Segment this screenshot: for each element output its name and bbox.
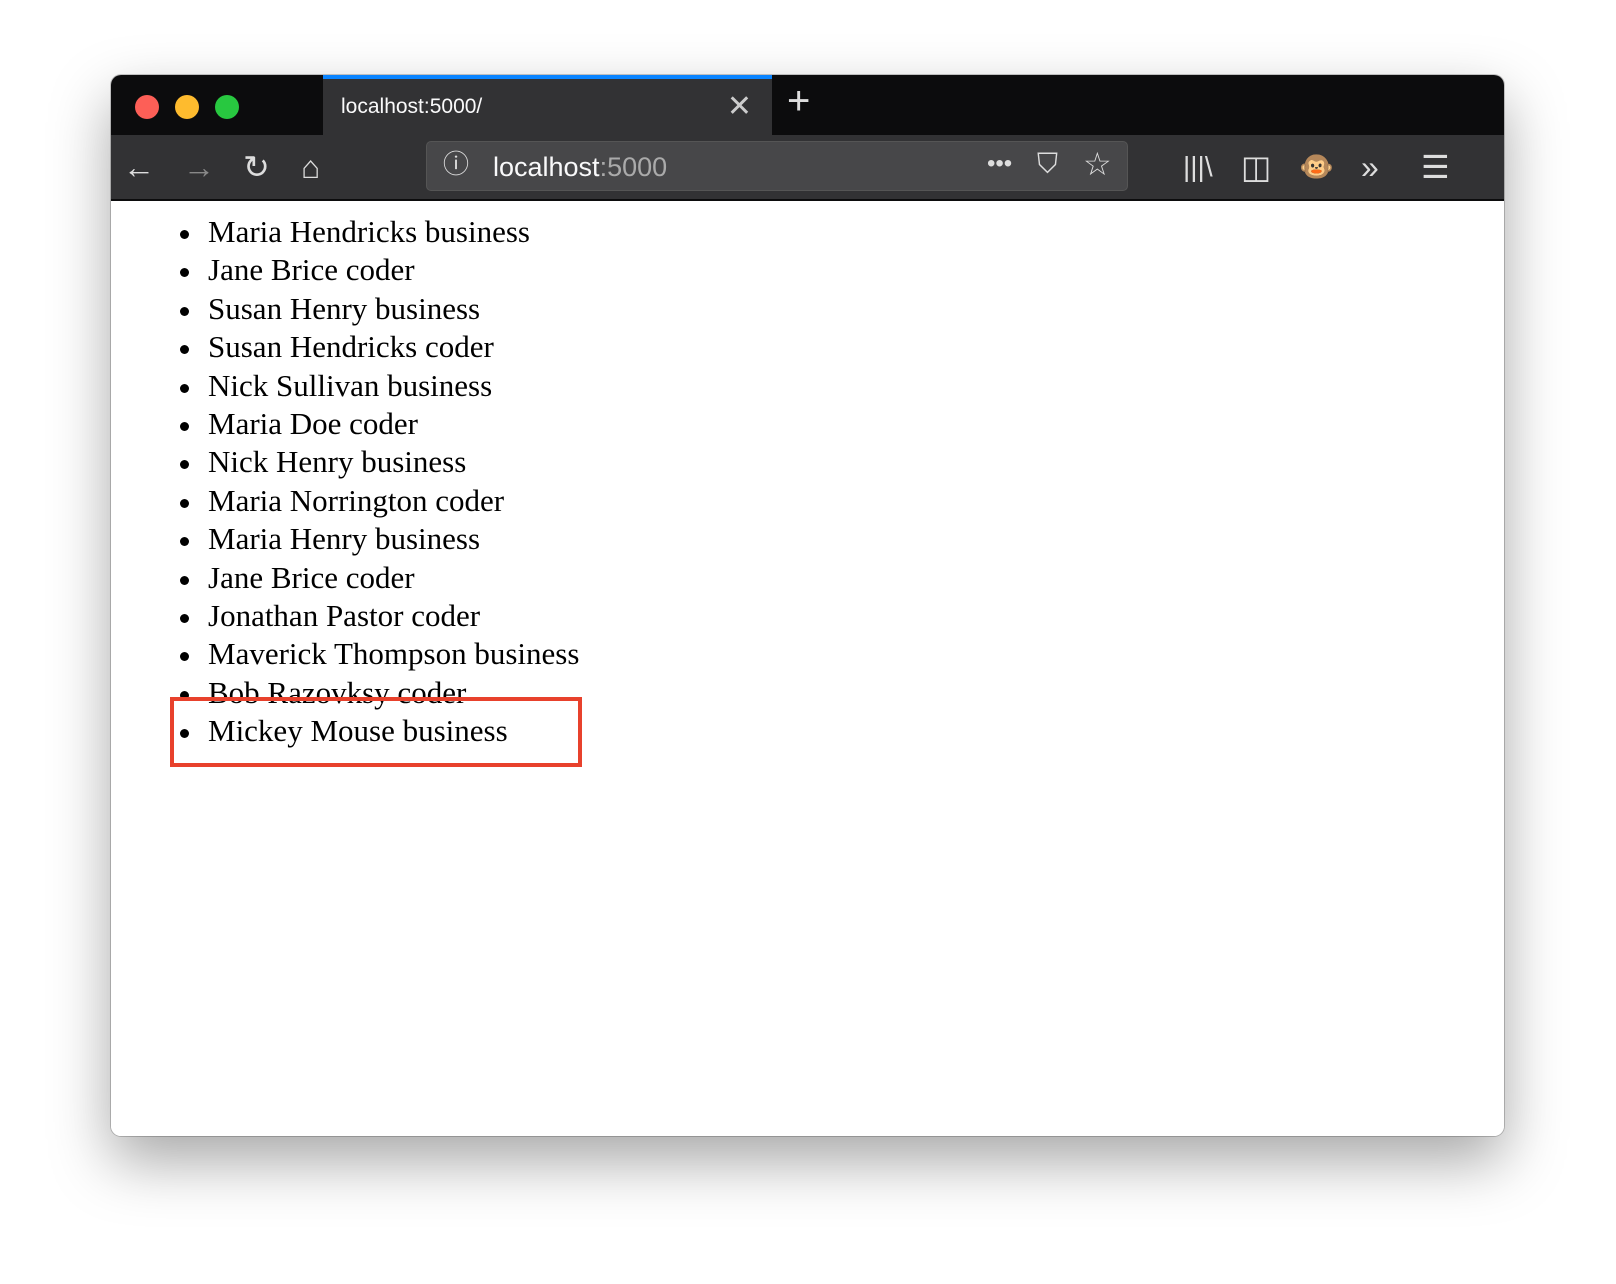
back-icon[interactable]: ←: [123, 147, 155, 187]
home-icon[interactable]: ⌂: [301, 147, 320, 187]
library-icon[interactable]: |||\: [1183, 147, 1213, 187]
new-tab-button[interactable]: +: [787, 79, 810, 124]
forward-icon[interactable]: →: [183, 147, 215, 187]
info-icon[interactable]: ⓘ: [443, 144, 469, 184]
list-item: Maria Norrington coder: [177, 482, 579, 520]
list-item: Maverick Thompson business: [177, 635, 579, 673]
overflow-icon[interactable]: »: [1361, 147, 1379, 187]
maximize-window-button[interactable]: [215, 95, 239, 119]
url-text: localhost:5000: [493, 152, 667, 183]
list-item: Maria Hendricks business: [177, 213, 579, 251]
url-port: :5000: [599, 152, 668, 182]
monkey-extension-icon[interactable]: 🐵: [1299, 147, 1334, 187]
more-icon[interactable]: •••: [987, 144, 1012, 184]
people-list: Maria Hendricks business Jane Brice code…: [177, 213, 579, 750]
sidebar-icon[interactable]: ◫: [1241, 147, 1271, 187]
pocket-icon[interactable]: ⛉: [1037, 144, 1058, 184]
list-item: Susan Hendricks coder: [177, 328, 579, 366]
url-bar[interactable]: ⓘ localhost:5000 ••• ⛉ ☆: [426, 141, 1128, 191]
list-item: Jonathan Pastor coder: [177, 597, 579, 635]
browser-window: localhost:5000/ ✕ + ← → ↻ ⌂ ⓘ localhost:…: [111, 75, 1504, 1136]
nav-toolbar: ← → ↻ ⌂ ⓘ localhost:5000 ••• ⛉ ☆ |||\ ◫ …: [111, 135, 1504, 201]
list-item: Maria Henry business: [177, 520, 579, 558]
tab-active[interactable]: localhost:5000/ ✕: [323, 75, 772, 135]
tab-title: localhost:5000/: [341, 95, 483, 118]
list-item: Susan Henry business: [177, 290, 579, 328]
close-tab-icon[interactable]: ✕: [727, 89, 752, 124]
list-item: Maria Doe coder: [177, 405, 579, 443]
star-icon[interactable]: ☆: [1083, 144, 1112, 184]
tab-bar: localhost:5000/ ✕ +: [111, 75, 1504, 135]
list-item: Jane Brice coder: [177, 251, 579, 289]
highlight-box: [170, 697, 582, 767]
reload-icon[interactable]: ↻: [243, 147, 270, 187]
url-host: localhost: [493, 152, 600, 182]
list-item: Jane Brice coder: [177, 559, 579, 597]
page-content: Maria Hendricks business Jane Brice code…: [111, 201, 1504, 1136]
minimize-window-button[interactable]: [175, 95, 199, 119]
close-window-button[interactable]: [135, 95, 159, 119]
list-item: Nick Sullivan business: [177, 367, 579, 405]
list-item: Nick Henry business: [177, 443, 579, 481]
menu-icon[interactable]: ☰: [1421, 147, 1450, 187]
